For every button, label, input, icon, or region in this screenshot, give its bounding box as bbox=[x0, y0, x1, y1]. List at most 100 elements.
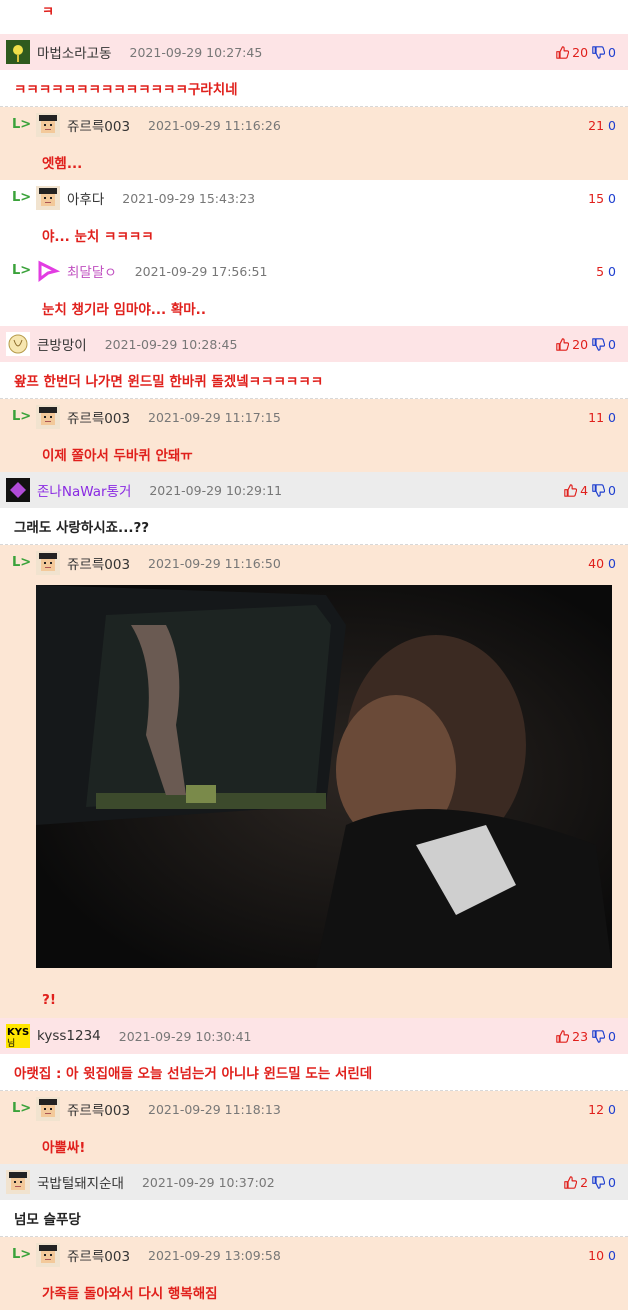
vote-box: 20 bbox=[564, 1164, 616, 1200]
thumbs-down-icon bbox=[592, 45, 606, 59]
photo-man-in-car bbox=[36, 585, 612, 968]
reply-header: L> 쥬르륵003 2021-09-29 13:09:58 10 0 bbox=[0, 1237, 628, 1273]
downvote-button[interactable]: 0 bbox=[592, 1029, 616, 1044]
thumbs-up-icon bbox=[556, 1029, 570, 1043]
timestamp: 2021-09-29 11:17:15 bbox=[148, 409, 281, 425]
upvote-count: 15 bbox=[588, 190, 605, 206]
timestamp: 2021-09-29 15:43:23 bbox=[122, 190, 256, 206]
downvote-count: 0 bbox=[608, 190, 616, 206]
upvote-count: 5 bbox=[596, 263, 605, 279]
upvote-count: 40 bbox=[588, 555, 605, 571]
upvote-count: 21 bbox=[588, 117, 605, 133]
nickname[interactable]: 쥬르륵003 bbox=[67, 1099, 130, 1119]
vote-box: 20 0 bbox=[556, 326, 616, 362]
thumbs-down-icon bbox=[592, 483, 606, 497]
thumbs-up-icon bbox=[564, 1175, 578, 1189]
comment-text: 왚프 한번더 나가면 윈드밀 한바퀴 돌겠넼ㅋㅋㅋㅋㅋㅋ bbox=[0, 362, 628, 399]
reply-header: L> 아후다 2021-09-29 15:43:23 15 0 bbox=[0, 180, 628, 216]
upvote-button[interactable]: 20 bbox=[556, 45, 588, 60]
reply-arrow-icon: L> bbox=[12, 555, 32, 570]
thumbs-down-icon bbox=[592, 1175, 606, 1189]
comment-text: 넘모 슬푸당 bbox=[0, 1200, 628, 1237]
timestamp: 2021-09-29 17:56:51 bbox=[134, 263, 268, 279]
downvote-count: 0 bbox=[608, 1174, 616, 1190]
avatar bbox=[36, 551, 60, 575]
nickname[interactable]: 아후다 bbox=[67, 188, 104, 208]
downvote-button[interactable]: 0 bbox=[592, 1175, 616, 1190]
timestamp: 2021-09-29 11:16:50 bbox=[148, 555, 281, 571]
nickname[interactable]: 쥬르륵003 bbox=[67, 115, 130, 135]
vote-box: 10 0 bbox=[588, 1237, 616, 1273]
timestamp: 2021-09-29 10:30:41 bbox=[118, 1028, 252, 1044]
avatar: KYS님 bbox=[6, 1024, 30, 1048]
downvote-count: 0 bbox=[608, 117, 616, 133]
downvote-count: 0 bbox=[608, 336, 616, 352]
comment-header: KYS 님 kyss1234 2021-09-29 10:30:41 23 0 bbox=[0, 1018, 628, 1054]
nickname[interactable]: kyss1234 bbox=[37, 1028, 101, 1044]
comment-text: 그래도 사랑하시죠...?? bbox=[0, 508, 628, 545]
thumbs-up-icon bbox=[556, 337, 570, 351]
upvote-button[interactable]: 2 bbox=[564, 1175, 588, 1190]
reply-arrow-icon: L> bbox=[12, 1101, 32, 1116]
upvote-count: 2 bbox=[580, 1174, 589, 1190]
nickname[interactable]: 쥬르륵003 bbox=[67, 553, 130, 573]
nickname[interactable]: 큰방망이 bbox=[37, 334, 87, 354]
comment-text: ?! bbox=[0, 981, 628, 1018]
downvote-button[interactable]: 0 bbox=[592, 337, 616, 352]
comment-header: 큰방망이 2021-09-29 10:28:45 20 0 bbox=[0, 326, 628, 362]
thumbs-up-icon bbox=[556, 45, 570, 59]
svg-text:님: 님 bbox=[7, 1038, 15, 1048]
comment-list: 마법소라고동 2021-09-29 10:27:45 20 0 ㅋㅋㅋㅋㅋㅋㅋㅋㅋㅋㅋㅋ… bbox=[0, 34, 628, 1310]
avatar bbox=[36, 405, 60, 429]
nickname[interactable]: 마법소라고동 bbox=[37, 42, 112, 62]
comment-header: 마법소라고동 2021-09-29 10:27:45 20 0 bbox=[0, 34, 628, 70]
vote-box: 21 0 bbox=[588, 107, 616, 143]
timestamp: 2021-09-29 11:18:13 bbox=[148, 1101, 281, 1117]
reply-header: L> 쥬르륵003 2021-09-29 11:17:15 11 0 bbox=[0, 399, 628, 435]
reply-arrow-icon: L> bbox=[12, 190, 32, 205]
downvote-count: 0 bbox=[608, 44, 616, 60]
thumbs-down-icon bbox=[592, 337, 606, 351]
nickname[interactable]: 최달달ㅇ bbox=[67, 261, 117, 281]
downvote-count: 0 bbox=[608, 409, 616, 425]
upvote-count: 23 bbox=[572, 1028, 589, 1044]
avatar bbox=[36, 1097, 60, 1121]
timestamp: 2021-09-29 10:28:45 bbox=[104, 336, 238, 352]
reply-arrow-icon: L> bbox=[12, 263, 32, 278]
upvote-count: 20 bbox=[572, 44, 589, 60]
comment-image[interactable] bbox=[0, 581, 628, 981]
downvote-button[interactable]: 0 bbox=[592, 483, 616, 498]
reply-header: L> 쥬르륵003 2021-09-29 11:18:13 12 0 bbox=[0, 1091, 628, 1127]
downvote-count: 0 bbox=[608, 1101, 616, 1117]
avatar bbox=[6, 332, 30, 356]
downvote-count: 0 bbox=[608, 555, 616, 571]
downvote-button[interactable]: 0 bbox=[592, 45, 616, 60]
upvote-count: 12 bbox=[588, 1101, 605, 1117]
upvote-button[interactable]: 4 bbox=[564, 483, 588, 498]
upvote-count: 4 bbox=[580, 482, 589, 498]
upvote-button[interactable]: 20 bbox=[556, 337, 588, 352]
upvote-count: 20 bbox=[572, 336, 589, 352]
comment-text: 눈치 챙기라 임마야... 확마.. bbox=[0, 289, 628, 326]
upvote-button[interactable]: 23 bbox=[556, 1029, 588, 1044]
reply-arrow-icon: L> bbox=[12, 117, 32, 132]
avatar bbox=[36, 113, 60, 137]
reply-arrow-icon: L> bbox=[12, 1247, 32, 1262]
nickname[interactable]: 존나NaWar통거 bbox=[37, 480, 131, 500]
timestamp: 2021-09-29 10:27:45 bbox=[129, 44, 263, 60]
comment-text: 아랫집 : 아 윗집애들 오늘 선넘는거 아니냐 윈드밀 도는 서린데 bbox=[0, 1054, 628, 1091]
reply-header: L> 최달달ㅇ 2021-09-29 17:56:51 5 0 bbox=[0, 253, 628, 289]
svg-text:KYS: KYS bbox=[7, 1027, 29, 1038]
timestamp: 2021-09-29 11:16:26 bbox=[148, 117, 281, 133]
nickname[interactable]: 국밥털돼지순대 bbox=[37, 1172, 124, 1192]
nickname[interactable]: 쥬르륵003 bbox=[67, 1245, 130, 1265]
vote-box: 50 bbox=[596, 253, 616, 289]
comment-text: ㅋㅋㅋㅋㅋㅋㅋㅋㅋㅋㅋㅋㅋㅋ구라치네 bbox=[0, 70, 628, 107]
comment-page: { "top_text": "ㅋ", "comments": [ {"kind"… bbox=[0, 0, 628, 1310]
nickname[interactable]: 쥬르륵003 bbox=[67, 407, 130, 427]
previous-comment-tail: ㅋ bbox=[42, 5, 54, 20]
timestamp: 2021-09-29 10:29:11 bbox=[149, 482, 283, 498]
downvote-count: 0 bbox=[608, 1028, 616, 1044]
thumbs-down-icon bbox=[592, 1029, 606, 1043]
avatar bbox=[36, 186, 60, 210]
